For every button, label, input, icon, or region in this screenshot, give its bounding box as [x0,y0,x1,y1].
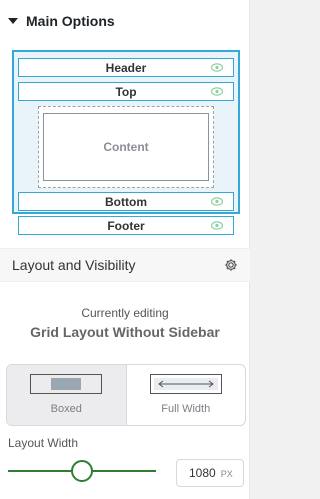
layout-options: Boxed Full Width [6,364,246,426]
caret-down-icon [8,18,18,24]
eye-icon[interactable] [211,87,223,96]
layout-width-value: 1080 [189,466,216,480]
eye-icon[interactable] [211,63,223,72]
layout-width-input[interactable]: 1080 PX [176,459,244,487]
layout-name: Grid Layout Without Sidebar [30,324,220,340]
eye-icon[interactable] [211,221,223,230]
header-area[interactable]: Header [18,58,234,77]
content-area-outline: Content [38,106,214,188]
eye-icon[interactable] [211,197,223,206]
boxed-option[interactable]: Boxed [7,365,126,425]
editing-caption: Currently editing [81,306,169,320]
layout-width-slider[interactable] [8,460,156,482]
full-width-option-label: Full Width [161,403,211,415]
bottom-area[interactable]: Bottom [18,192,234,211]
footer-area[interactable]: Footer [18,216,234,235]
header-area-label: Header [105,60,147,75]
boxed-option-label: Boxed [50,403,82,415]
slider-handle[interactable] [71,460,93,482]
layout-visibility-label: Layout and Visibility [12,257,136,273]
section-title: Main Options [26,13,115,29]
top-area[interactable]: Top [18,82,234,101]
full-width-option[interactable]: Full Width [125,365,246,425]
footer-area-label: Footer [107,218,145,233]
layout-width-unit: PX [220,468,233,479]
main-options-header[interactable]: Main Options [0,0,250,42]
bottom-area-label: Bottom [105,194,147,209]
top-area-label: Top [115,84,137,99]
layout-diagram: Header Top Content Bottom Footer [12,50,240,235]
full-width-layout-icon [149,374,222,394]
content-area-label: Content [103,140,149,154]
boxed-layout-icon [30,374,103,394]
content-area[interactable]: Content [43,113,209,181]
options-panel: Main Options Header Top Content Bottom F… [0,0,250,499]
gear-icon[interactable] [224,258,238,272]
layout-width-label: Layout Width [8,436,79,450]
layout-visibility-row[interactable]: Layout and Visibility [0,248,250,282]
